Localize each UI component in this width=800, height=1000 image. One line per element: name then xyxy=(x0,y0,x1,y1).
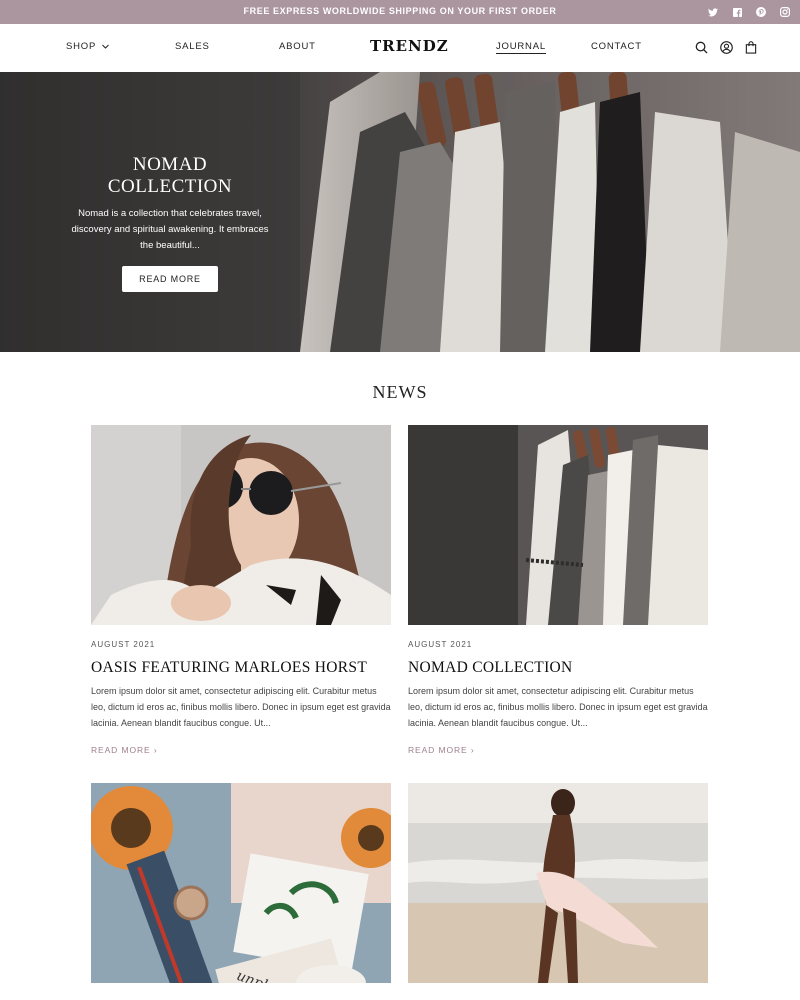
news-card-excerpt: Lorem ipsum dolor sit amet, consectetur … xyxy=(408,686,708,728)
logo-text: TRENDZ xyxy=(370,37,449,55)
news-card-read-more-link[interactable]: READ MORE › xyxy=(91,745,158,755)
news-card: AUGUST 2021 NOMAD COLLECTION Lorem ipsum… xyxy=(408,425,708,758)
hero-read-more-button[interactable]: READ MORE xyxy=(122,266,218,292)
bag-icon[interactable] xyxy=(744,40,758,54)
hero-content: NOMAD COLLECTION Nomad is a collection t… xyxy=(70,154,270,292)
nav-journal[interactable]: JOURNAL xyxy=(496,41,546,54)
news-card-image-clothing-rack[interactable] xyxy=(408,425,708,625)
facebook-icon[interactable] xyxy=(730,5,744,19)
search-icon[interactable] xyxy=(694,40,708,54)
news-card-image-woman-sunglasses[interactable] xyxy=(91,425,391,625)
hero-description: Nomad is a collection that celebrates tr… xyxy=(71,208,269,251)
nav-shop-label: SHOP xyxy=(66,41,96,52)
account-icon[interactable] xyxy=(719,40,733,54)
site-logo[interactable]: TRENDZ xyxy=(370,37,449,55)
news-card: AUGUST 2021 OASIS FEATURING MARLOES HORS… xyxy=(91,425,391,758)
news-card-excerpt: Lorem ipsum dolor sit amet, consectetur … xyxy=(91,686,391,728)
header-icons xyxy=(694,40,758,54)
news-card-title[interactable]: NOMAD COLLECTION xyxy=(408,659,708,677)
nav-sales[interactable]: SALES xyxy=(175,41,210,52)
news-card-date: AUGUST 2021 xyxy=(91,640,156,649)
nav-contact[interactable]: CONTACT xyxy=(591,41,642,52)
news-card-image-flatlay[interactable]: unplug xyxy=(91,783,391,983)
announcement-text: FREE EXPRESS WORLDWIDE SHIPPING ON YOUR … xyxy=(243,6,557,16)
news-heading: NEWS xyxy=(372,382,428,402)
news-card-image-beach[interactable] xyxy=(408,783,708,983)
hero-title: NOMAD COLLECTION xyxy=(107,154,233,197)
social-links xyxy=(706,5,792,19)
chevron-down-icon xyxy=(102,41,110,52)
pinterest-icon[interactable] xyxy=(754,5,768,19)
site-header: SHOP SALES ABOUT TRENDZ JOURNAL CONTACT xyxy=(0,24,800,72)
instagram-icon[interactable] xyxy=(778,5,792,19)
news-card-title[interactable]: OASIS FEATURING MARLOES HORST xyxy=(91,659,391,677)
hero-banner: NOMAD COLLECTION Nomad is a collection t… xyxy=(0,72,800,352)
news-card-date: AUGUST 2021 xyxy=(408,640,473,649)
announcement-bar: FREE EXPRESS WORLDWIDE SHIPPING ON YOUR … xyxy=(0,0,800,24)
nav-shop[interactable]: SHOP xyxy=(66,41,110,52)
nav-about[interactable]: ABOUT xyxy=(279,41,316,52)
news-card-read-more-link[interactable]: READ MORE › xyxy=(408,745,475,755)
twitter-icon[interactable] xyxy=(706,5,720,19)
